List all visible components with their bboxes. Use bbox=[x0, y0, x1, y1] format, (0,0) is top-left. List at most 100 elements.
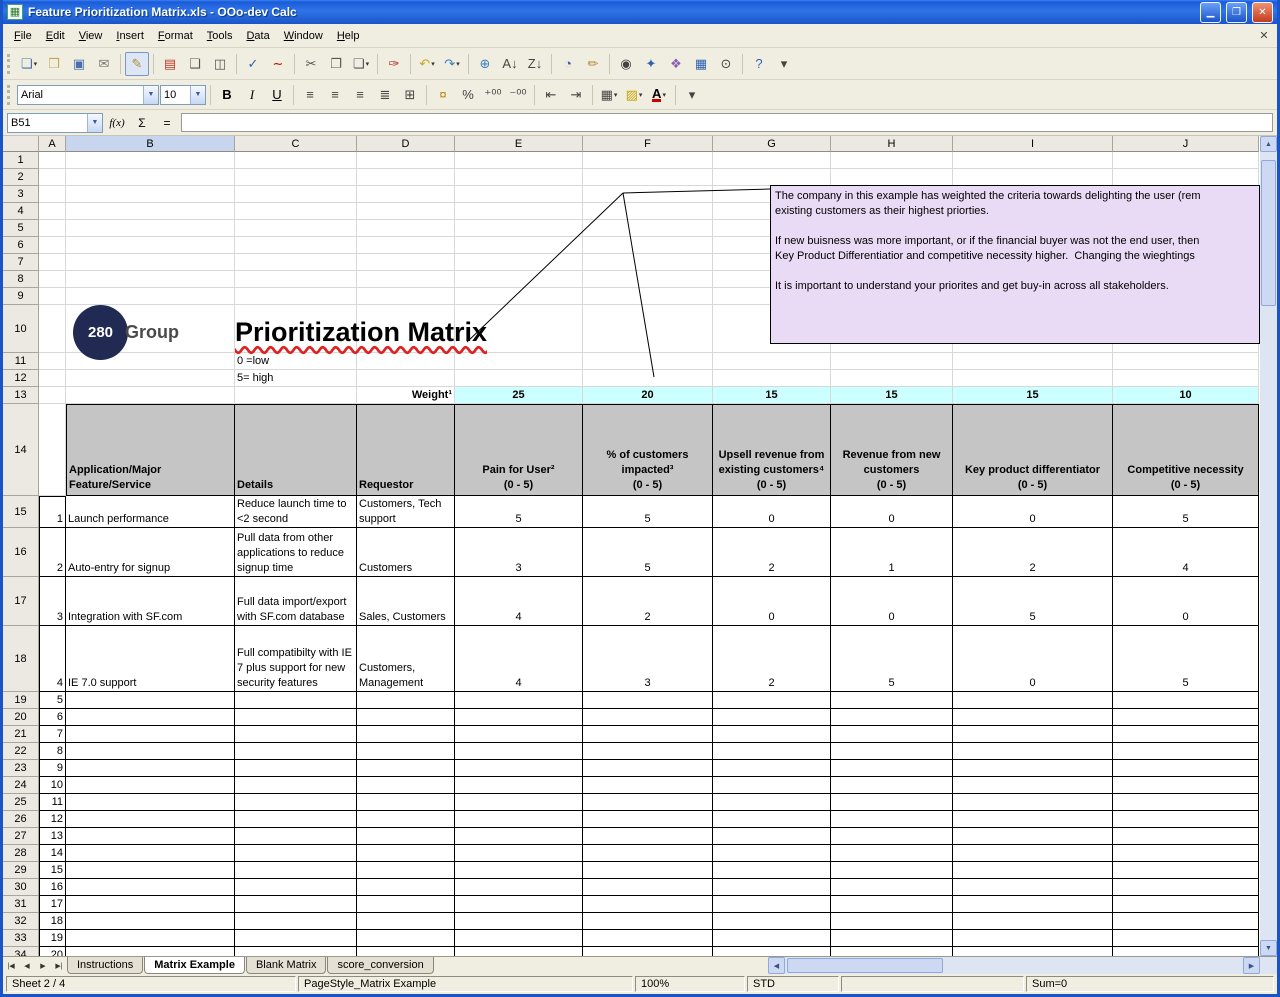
cell-A19[interactable]: 5 bbox=[39, 692, 66, 709]
cell-G11[interactable] bbox=[713, 353, 831, 370]
align-left-icon[interactable]: ≡ bbox=[298, 83, 322, 107]
column-header-J[interactable]: J bbox=[1113, 136, 1259, 152]
cell-D8[interactable] bbox=[357, 271, 455, 288]
cell-D16[interactable]: Customers bbox=[357, 528, 455, 577]
undo-icon[interactable]: ↶ ▾ bbox=[415, 52, 439, 76]
row-header-27[interactable]: 27 bbox=[3, 828, 39, 845]
gallery-icon[interactable]: ❖ bbox=[664, 52, 688, 76]
cell-A28[interactable]: 14 bbox=[39, 845, 66, 862]
close-button[interactable]: ✕ bbox=[1252, 1, 1273, 23]
cell-C23[interactable] bbox=[235, 760, 357, 777]
row-header-6[interactable]: 6 bbox=[3, 237, 39, 254]
cell-B13[interactable] bbox=[66, 387, 235, 404]
cell-B28[interactable] bbox=[66, 845, 235, 862]
cell-C12[interactable]: 5= high bbox=[235, 370, 357, 387]
cell-H34[interactable] bbox=[831, 947, 953, 956]
maximize-button[interactable]: ❐ bbox=[1226, 1, 1247, 23]
cell-I18[interactable]: 0 bbox=[953, 626, 1113, 692]
cell-J21[interactable] bbox=[1113, 726, 1259, 743]
previous-sheet-button[interactable]: ◀ bbox=[19, 957, 35, 974]
cell-D24[interactable] bbox=[357, 777, 455, 794]
cell-B24[interactable] bbox=[66, 777, 235, 794]
align-center-icon[interactable]: ≡ bbox=[323, 83, 347, 107]
cell-E22[interactable] bbox=[455, 743, 583, 760]
cell-C19[interactable] bbox=[235, 692, 357, 709]
cell-C7[interactable] bbox=[235, 254, 357, 271]
cell-J11[interactable] bbox=[1113, 353, 1259, 370]
column-header-H[interactable]: H bbox=[831, 136, 953, 152]
cell-F17[interactable]: 2 bbox=[583, 577, 713, 626]
cell-E11[interactable] bbox=[455, 353, 583, 370]
cell-G22[interactable] bbox=[713, 743, 831, 760]
borders-icon[interactable]: ▦ ▾ bbox=[597, 83, 621, 107]
cell-A24[interactable]: 10 bbox=[39, 777, 66, 794]
cell-G1[interactable] bbox=[713, 152, 831, 169]
cell-G31[interactable] bbox=[713, 896, 831, 913]
cell-F30[interactable] bbox=[583, 879, 713, 896]
cell-I28[interactable] bbox=[953, 845, 1113, 862]
cell-J34[interactable] bbox=[1113, 947, 1259, 956]
cell-C26[interactable] bbox=[235, 811, 357, 828]
cell-A13[interactable] bbox=[39, 387, 66, 404]
cell-F7[interactable] bbox=[583, 254, 713, 271]
cell-B3[interactable] bbox=[66, 186, 235, 203]
cell-F32[interactable] bbox=[583, 913, 713, 930]
cell-I27[interactable] bbox=[953, 828, 1113, 845]
cell-J25[interactable] bbox=[1113, 794, 1259, 811]
cell-D21[interactable] bbox=[357, 726, 455, 743]
column-header-D[interactable]: D bbox=[357, 136, 455, 152]
cell-A21[interactable]: 7 bbox=[39, 726, 66, 743]
cell-B20[interactable] bbox=[66, 709, 235, 726]
cell-E23[interactable] bbox=[455, 760, 583, 777]
cell-J16[interactable]: 4 bbox=[1113, 528, 1259, 577]
function-wizard-button[interactable]: f(x) bbox=[106, 113, 128, 133]
cell-A9[interactable] bbox=[39, 288, 66, 305]
cell-I11[interactable] bbox=[953, 353, 1113, 370]
cell-E26[interactable] bbox=[455, 811, 583, 828]
cell-C31[interactable] bbox=[235, 896, 357, 913]
column-header-B[interactable]: B bbox=[66, 136, 235, 152]
column-header-E[interactable]: E bbox=[455, 136, 583, 152]
cell-G19[interactable] bbox=[713, 692, 831, 709]
cell-D22[interactable] bbox=[357, 743, 455, 760]
row-header-13[interactable]: 13 bbox=[3, 387, 39, 404]
cell-J27[interactable] bbox=[1113, 828, 1259, 845]
cell-C27[interactable] bbox=[235, 828, 357, 845]
cell-I13[interactable]: 15 bbox=[953, 387, 1113, 404]
cell-B7[interactable] bbox=[66, 254, 235, 271]
cell-F1[interactable] bbox=[583, 152, 713, 169]
navigator-icon[interactable]: ✦ bbox=[639, 52, 663, 76]
cell-E8[interactable] bbox=[455, 271, 583, 288]
cell-B1[interactable] bbox=[66, 152, 235, 169]
first-sheet-button[interactable]: |◀ bbox=[3, 957, 19, 974]
cell-A2[interactable] bbox=[39, 169, 66, 186]
cell-J31[interactable] bbox=[1113, 896, 1259, 913]
sheet-tab-instructions[interactable]: Instructions bbox=[67, 957, 144, 974]
row-header-22[interactable]: 22 bbox=[3, 743, 39, 760]
cell-G14[interactable]: Upsell revenue from existing customers⁴ … bbox=[713, 404, 831, 496]
cell-B18[interactable]: IE 7.0 support bbox=[66, 626, 235, 692]
cell-F5[interactable] bbox=[583, 220, 713, 237]
cell-B23[interactable] bbox=[66, 760, 235, 777]
cell-F12[interactable] bbox=[583, 370, 713, 387]
cell-H22[interactable] bbox=[831, 743, 953, 760]
cell-B14[interactable]: Application/Major Feature/Service bbox=[66, 404, 235, 496]
cell-I20[interactable] bbox=[953, 709, 1113, 726]
cell-J22[interactable] bbox=[1113, 743, 1259, 760]
number-format-currency-icon[interactable]: ¤ bbox=[431, 83, 455, 107]
cell-B15[interactable]: Launch performance bbox=[66, 496, 235, 528]
cell-F26[interactable] bbox=[583, 811, 713, 828]
cell-E31[interactable] bbox=[455, 896, 583, 913]
cell-G33[interactable] bbox=[713, 930, 831, 947]
cell-I32[interactable] bbox=[953, 913, 1113, 930]
row-header-8[interactable]: 8 bbox=[3, 271, 39, 288]
cell-E15[interactable]: 5 bbox=[455, 496, 583, 528]
cell-E25[interactable] bbox=[455, 794, 583, 811]
cell-B32[interactable] bbox=[66, 913, 235, 930]
redo-icon[interactable]: ↷ ▾ bbox=[440, 52, 464, 76]
cell-D3[interactable] bbox=[357, 186, 455, 203]
edit-file-icon[interactable]: ✎ bbox=[125, 51, 149, 76]
cell-F22[interactable] bbox=[583, 743, 713, 760]
cell-A7[interactable] bbox=[39, 254, 66, 271]
cell-B9[interactable] bbox=[66, 288, 235, 305]
